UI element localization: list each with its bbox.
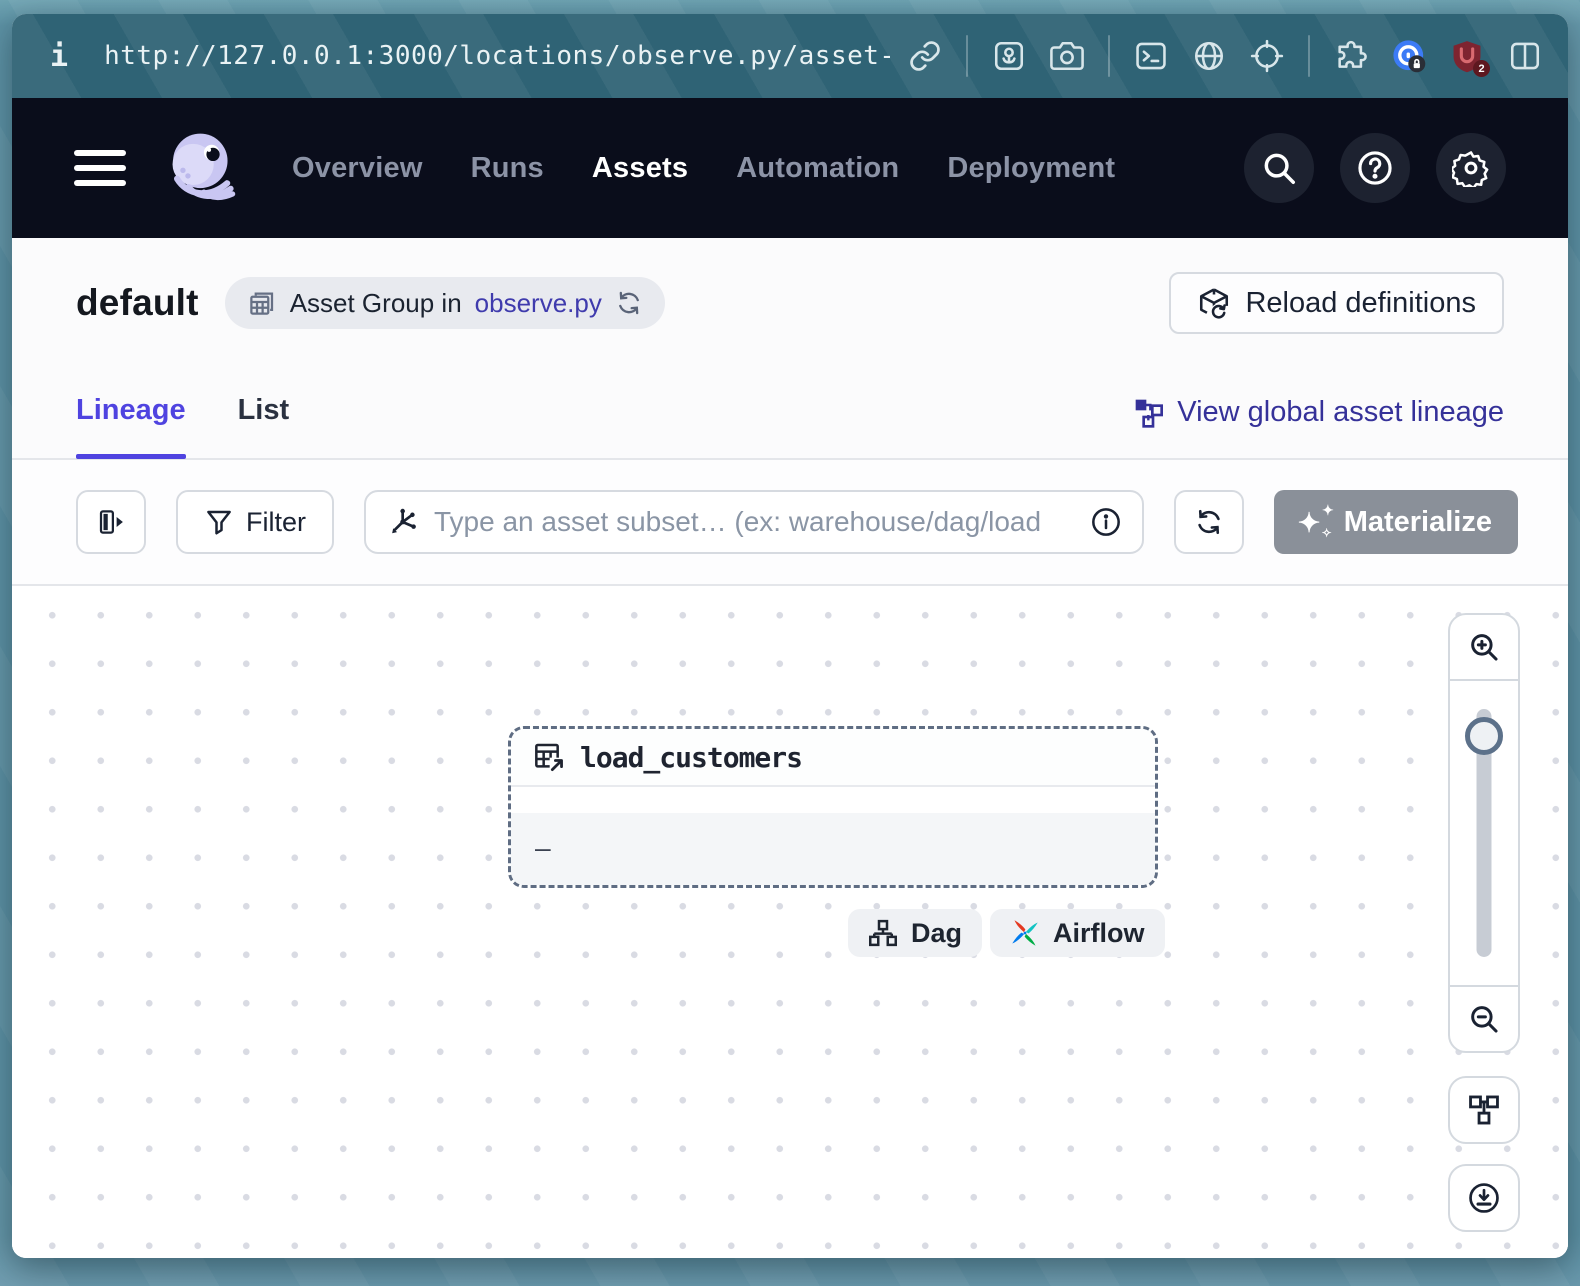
reload-definitions-label: Reload definitions	[1245, 287, 1476, 320]
puzzle-extensions-icon[interactable]	[1334, 39, 1368, 73]
refresh-icon[interactable]	[615, 289, 643, 317]
toolbar-separator	[966, 35, 968, 77]
tag-dag-wrapper: Dag	[848, 909, 982, 957]
sparkle-icon: ✦✦✧	[1300, 506, 1330, 538]
page-header: default Asset Group in observe.py	[12, 272, 1568, 334]
globe-icon[interactable]	[1192, 39, 1226, 73]
nav-items: Overview Runs Assets Automation Deployme…	[292, 152, 1115, 185]
asset-node-header: load_customers	[511, 729, 1155, 787]
lineage-graph-icon	[1133, 397, 1165, 429]
reload-definitions-button[interactable]: Reload definitions	[1169, 272, 1504, 334]
info-icon[interactable]	[1090, 506, 1122, 538]
code-location-link[interactable]: observe.py	[475, 288, 602, 319]
help-button[interactable]	[1340, 133, 1410, 203]
download-icon	[1467, 1181, 1501, 1215]
zoom-in-icon	[1467, 630, 1501, 664]
nav-item-runs[interactable]: Runs	[471, 152, 544, 185]
relayout-graph-button[interactable]	[1448, 1076, 1520, 1144]
download-image-button[interactable]	[1448, 1164, 1520, 1232]
filter-funnel-icon	[204, 507, 234, 537]
browser-toolbar-icons: 2	[908, 35, 1542, 77]
dagster-logo[interactable]	[160, 125, 246, 211]
asset-subset-input[interactable]	[434, 506, 1074, 538]
asset-subset-search[interactable]	[364, 490, 1144, 554]
zoom-slider-area	[1450, 681, 1518, 985]
zoom-panel	[1448, 613, 1520, 1053]
view-global-asset-lineage-link[interactable]: View global asset lineage	[1133, 394, 1504, 429]
hamburger-menu-button[interactable]	[74, 150, 126, 186]
page-info-icon[interactable]: i	[50, 39, 68, 74]
tag-airflow-label: Airflow	[1053, 918, 1145, 949]
nav-item-assets[interactable]: Assets	[592, 152, 688, 185]
tabs: Lineage List	[76, 394, 289, 457]
filter-button[interactable]: Filter	[176, 490, 334, 554]
open-panel-icon	[96, 507, 126, 537]
tab-lineage[interactable]: Lineage	[76, 394, 186, 457]
camera-icon[interactable]	[1050, 39, 1084, 73]
materialize-button[interactable]: ✦✦✧ Materialize	[1274, 490, 1518, 554]
browser-address-bar: i http://127.0.0.1:3000/locations/observ…	[12, 14, 1568, 98]
tag-dag[interactable]: Dag	[848, 909, 982, 957]
app-nav-bar: Overview Runs Assets Automation Deployme…	[12, 98, 1568, 238]
refresh-graph-button[interactable]	[1174, 490, 1244, 554]
shield-badge-count: 2	[1473, 60, 1490, 77]
relayout-icon	[1467, 1093, 1501, 1127]
url-field[interactable]: http://127.0.0.1:3000/locations/observe.…	[104, 41, 890, 71]
tabs-row: Lineage List View global asset lineage	[12, 394, 1568, 460]
tag-airflow-wrapper: Airflow	[990, 909, 1165, 957]
crosshair-icon[interactable]	[1250, 39, 1284, 73]
asset-node-load-customers[interactable]: load_customers –	[508, 726, 1158, 888]
asset-node-body	[511, 787, 1155, 813]
asset-node-status: –	[511, 813, 1155, 885]
lineage-toolbar: Filter	[12, 460, 1568, 586]
filter-button-label: Filter	[246, 507, 306, 538]
nav-item-automation[interactable]: Automation	[736, 152, 899, 185]
zoom-out-icon	[1467, 1002, 1501, 1036]
browser-window: i http://127.0.0.1:3000/locations/observ…	[12, 14, 1568, 1258]
asset-node-title: load_customers	[580, 741, 802, 774]
dag-icon	[868, 918, 898, 948]
toggle-sidebar-button[interactable]	[76, 490, 146, 554]
asset-node-status-value: –	[535, 834, 551, 864]
password-manager-icon[interactable]	[1392, 39, 1426, 73]
zoom-slider-knob[interactable]	[1465, 717, 1503, 755]
settings-button[interactable]	[1436, 133, 1506, 203]
zoom-out-button[interactable]	[1450, 985, 1518, 1051]
asset-group-badge: Asset Group in observe.py	[225, 277, 665, 329]
lineage-canvas[interactable]: load_customers –	[12, 586, 1568, 1258]
gear-icon	[1452, 149, 1490, 187]
tag-airflow[interactable]: Airflow	[990, 909, 1165, 957]
tag-dag-label: Dag	[911, 918, 962, 949]
split-view-icon[interactable]	[1508, 39, 1542, 73]
help-icon	[1356, 149, 1394, 187]
copy-link-icon[interactable]	[908, 39, 942, 73]
materialize-button-label: Materialize	[1344, 506, 1492, 539]
view-global-asset-lineage-label: View global asset lineage	[1177, 396, 1504, 429]
search-icon	[1260, 149, 1298, 187]
asset-group-badge-label: Asset Group in	[290, 288, 462, 319]
external-table-icon	[533, 741, 565, 773]
nav-item-deployment[interactable]: Deployment	[947, 152, 1115, 185]
image-extension-icon[interactable]	[992, 39, 1026, 73]
zoom-in-button[interactable]	[1450, 615, 1518, 681]
terminal-icon[interactable]	[1134, 39, 1168, 73]
reload-definitions-icon	[1197, 286, 1231, 320]
refresh-icon	[1194, 507, 1224, 537]
nav-item-overview[interactable]: Overview	[292, 152, 423, 185]
page-title: default	[76, 282, 199, 324]
toolbar-separator	[1108, 35, 1110, 77]
asset-selection-icon	[386, 506, 418, 538]
tab-list[interactable]: List	[238, 394, 290, 457]
toolbar-separator	[1308, 35, 1310, 77]
airflow-icon	[1010, 918, 1040, 948]
search-button[interactable]	[1244, 133, 1314, 203]
asset-group-icon	[247, 288, 277, 318]
nav-right-actions	[1244, 133, 1506, 203]
shield-blocker-icon[interactable]: 2	[1450, 39, 1484, 73]
assets-page: default Asset Group in observe.py	[12, 238, 1568, 1258]
